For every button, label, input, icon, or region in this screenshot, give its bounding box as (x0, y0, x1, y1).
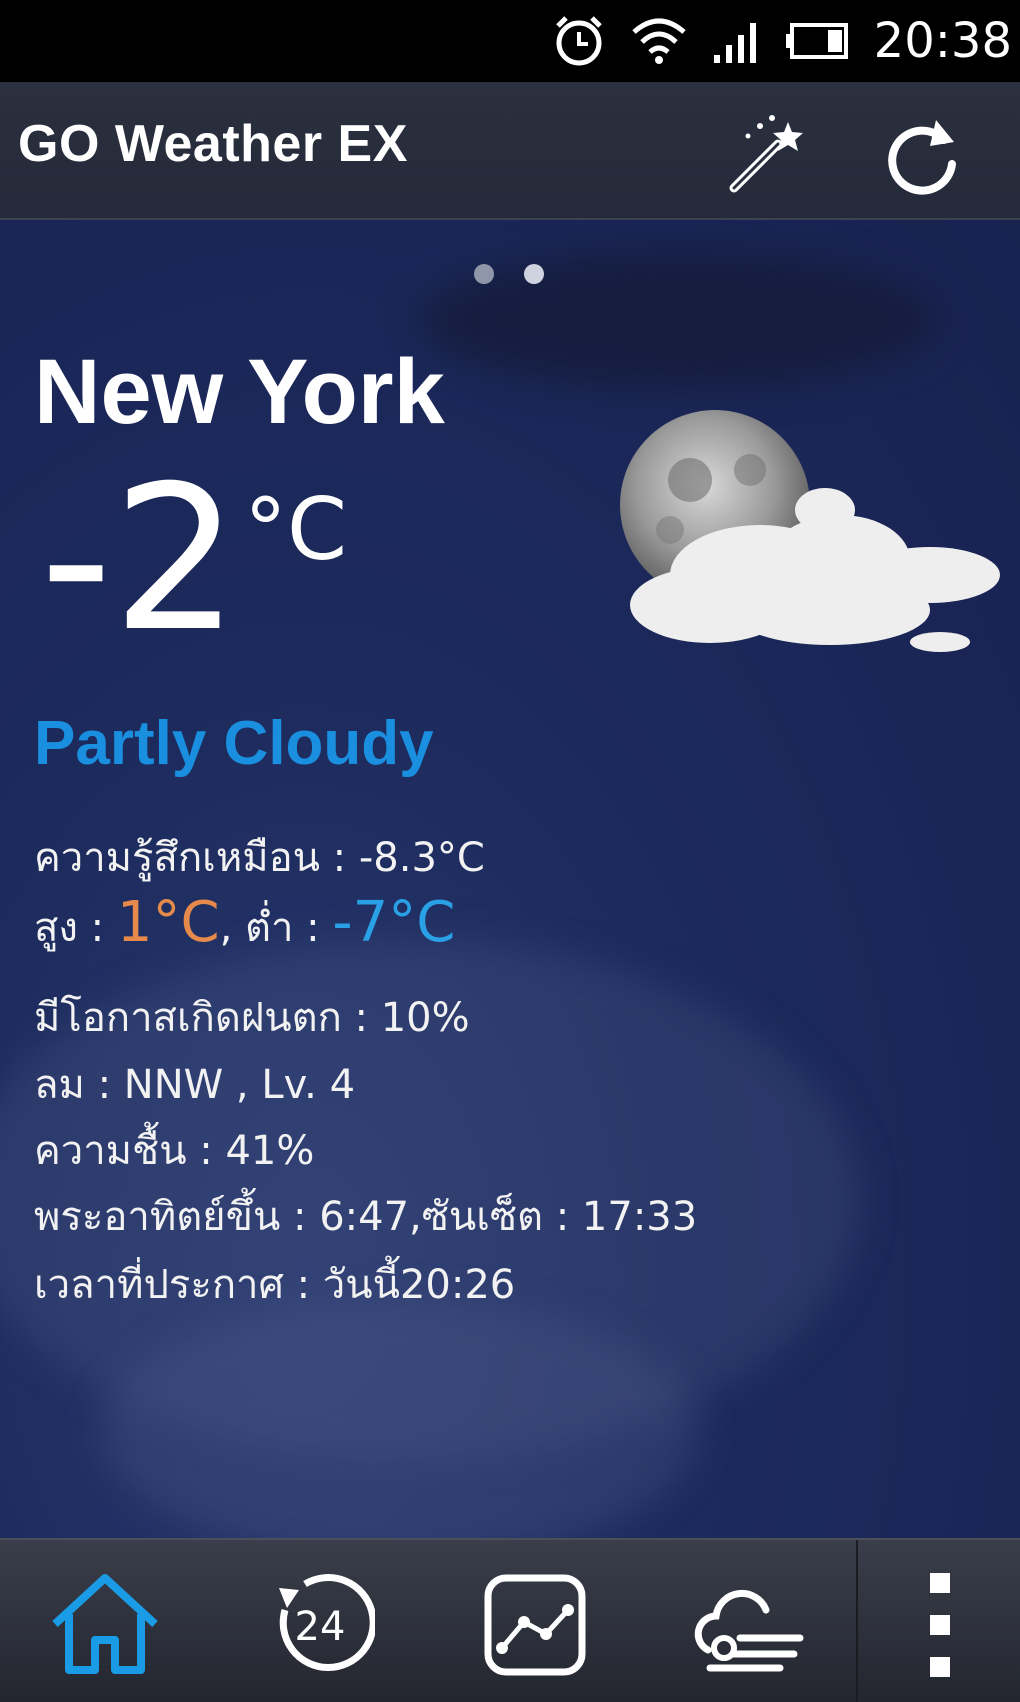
bottom-tab-bar: 24 (0, 1538, 1020, 1702)
alarm-icon (555, 16, 602, 66)
weather-condition: Partly Cloudy (34, 709, 434, 778)
tab-wind[interactable] (685, 1560, 815, 1690)
tab-divider (856, 1540, 858, 1702)
magic-wand-icon (729, 115, 803, 193)
page-dot-active (524, 264, 544, 284)
app-bar: GO Weather EX (0, 82, 1020, 220)
svg-text:24: 24 (295, 1604, 346, 1650)
partly-cloudy-night-icon (620, 410, 1000, 652)
theme-button[interactable] (720, 112, 810, 202)
page-indicator (474, 264, 544, 284)
more-menu-icon (930, 1573, 950, 1677)
low-temperature: -7°C (332, 890, 456, 955)
tab-trend[interactable] (470, 1560, 600, 1690)
feels-like: ความรู้สึกเหมือน : -8.3°C (34, 835, 485, 881)
wifi-icon (632, 18, 686, 64)
status-bar: 20:38 (0, 0, 1020, 82)
city-name: New York (34, 341, 445, 443)
weather-panel[interactable]: New York -2 °C Partly Cloudy ความรู้สึกเ… (0, 220, 1020, 1538)
more-menu-button[interactable] (875, 1560, 1005, 1690)
update-time: เวลาที่ประกาศ : วันนี้20:26 (34, 1262, 516, 1308)
high-label: สูง : (34, 905, 117, 951)
wind-cloud-icon (694, 1589, 804, 1672)
rain-chance: มีโอกาสเกิดฝนตก : 10% (34, 995, 470, 1041)
temperature-unit: °C (244, 480, 348, 580)
refresh-icon (888, 120, 956, 195)
high-temperature: 1°C (116, 890, 220, 955)
low-label: , ต่ำ : (219, 905, 333, 951)
current-temperature: -2 (40, 443, 240, 676)
signal-icon (713, 23, 756, 63)
trend-chart-icon (484, 1574, 586, 1676)
app-title: GO Weather EX (18, 115, 408, 173)
tab-home[interactable] (40, 1560, 170, 1690)
battery-icon (785, 23, 848, 59)
page-dot (474, 264, 494, 284)
tab-24-hour[interactable]: 24 (255, 1560, 385, 1690)
status-time: 20:38 (873, 13, 1012, 69)
refresh-button[interactable] (878, 112, 968, 202)
24-hour-icon: 24 (279, 1574, 375, 1672)
high-low-row: สูง : 1°C, ต่ำ : -7°C (34, 890, 455, 959)
humidity: ความชื้น : 41% (34, 1128, 315, 1174)
wind: ลม : NNW , Lv. 4 (34, 1062, 356, 1108)
home-icon (52, 1574, 158, 1674)
sunrise-sunset: พระอาทิตย์ขึ้น : 6:47,ซันเซ็ต : 17:33 (34, 1194, 698, 1240)
